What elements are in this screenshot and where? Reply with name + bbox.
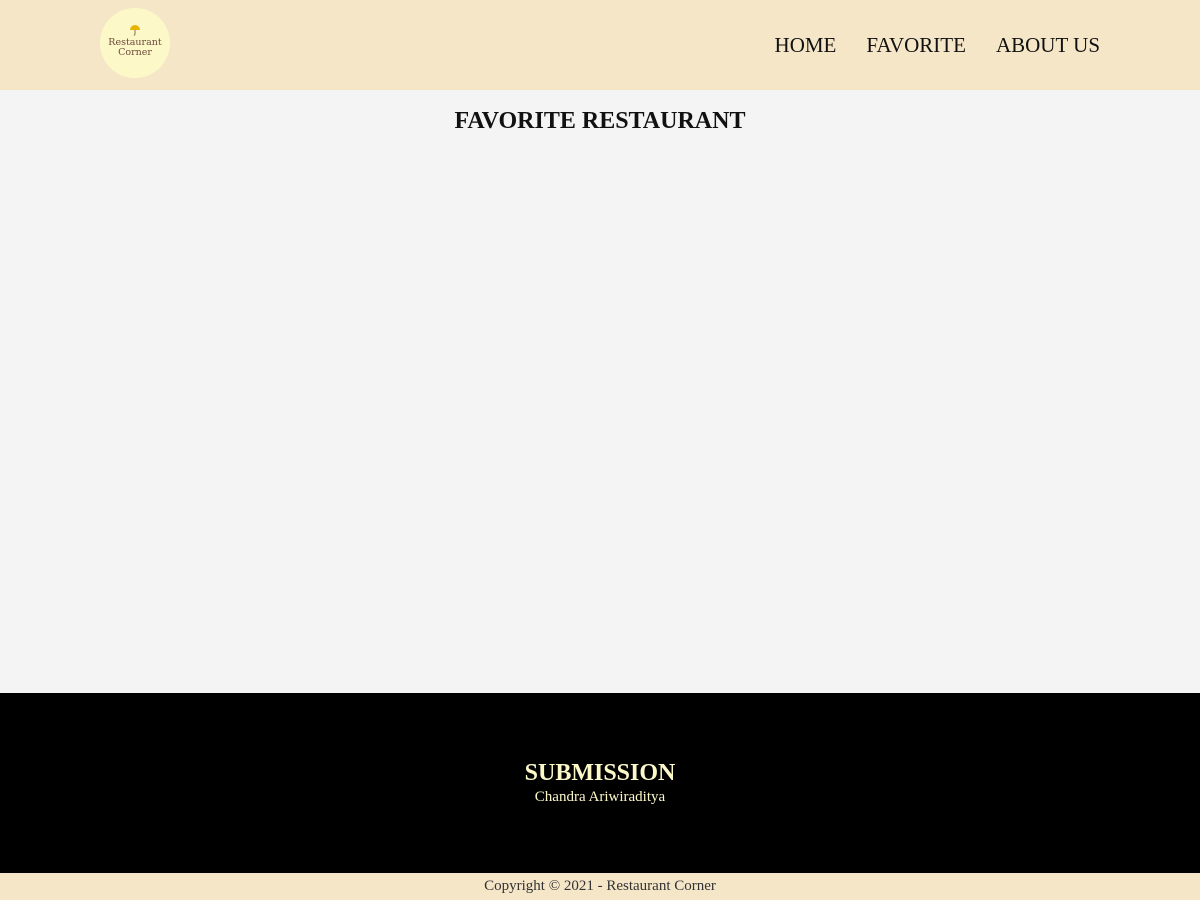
nav-about-us-link[interactable]: ABOUT US [996, 32, 1100, 58]
umbrella-icon [130, 25, 140, 36]
site-footer: SUBMISSION Chandra Ariwiraditya [0, 693, 1200, 873]
copyright-bar: Copyright © 2021 - Restaurant Corner [0, 873, 1200, 900]
nav-home-link[interactable]: HOME [775, 32, 837, 58]
main-nav: HOME FAVORITE ABOUT US [775, 32, 1100, 58]
main-content: FAVORITE RESTAURANT [0, 90, 1200, 693]
site-header: Restaurant Corner HOME FAVORITE ABOUT US [0, 0, 1200, 90]
nav-favorite-link[interactable]: FAVORITE [866, 32, 966, 58]
footer-title: SUBMISSION [524, 760, 676, 786]
logo-line-2: Corner [118, 47, 152, 58]
page-title: FAVORITE RESTAURANT [454, 108, 746, 134]
logo-text: Restaurant Corner [100, 38, 170, 58]
logo[interactable]: Restaurant Corner [100, 8, 170, 78]
footer-author: Chandra Ariwiraditya [534, 789, 666, 805]
